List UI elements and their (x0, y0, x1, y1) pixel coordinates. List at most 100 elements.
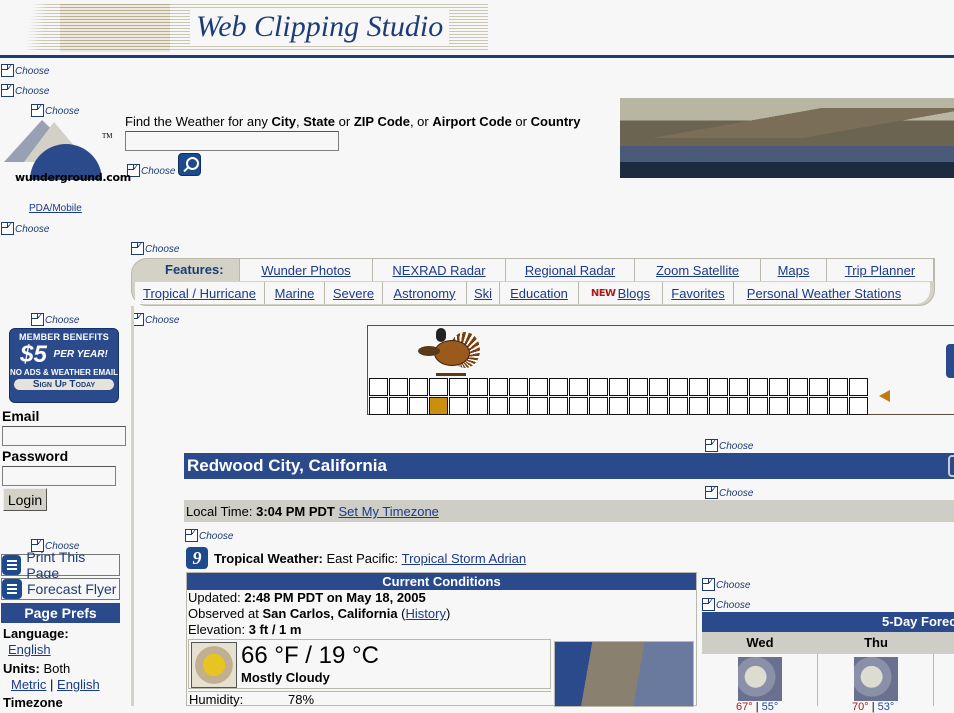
game-cell[interactable] (749, 397, 768, 415)
game-cell[interactable] (409, 397, 428, 415)
history-link[interactable]: History (406, 606, 446, 621)
tropical-storm-link[interactable]: Tropical Storm Adrian (402, 551, 527, 566)
game-cell[interactable] (549, 378, 568, 396)
search-input[interactable] (125, 131, 339, 151)
choose-button[interactable]: Choose (185, 526, 233, 542)
choose-button[interactable]: Choose (702, 595, 750, 611)
game-cell[interactable] (429, 378, 448, 396)
pda-mobile-link[interactable]: PDA/Mobile (29, 203, 82, 214)
game-cell[interactable] (569, 397, 588, 415)
game-cell[interactable] (769, 397, 788, 415)
game-cell[interactable] (769, 378, 788, 396)
nav-link-zoom-satellite[interactable]: Zoom Satellite (656, 263, 739, 278)
game-cell[interactable] (449, 378, 468, 396)
game-cell[interactable] (849, 378, 868, 396)
game-cell[interactable] (469, 397, 488, 415)
sign-up-button[interactable]: Sign Up Today (14, 379, 114, 390)
game-cell[interactable] (789, 378, 808, 396)
game-cell[interactable] (529, 397, 548, 415)
nav-link-severe[interactable]: Severe (333, 286, 374, 301)
game-cell[interactable] (729, 378, 748, 396)
choose-button[interactable]: Choose (131, 239, 179, 255)
game-cell[interactable] (809, 378, 828, 396)
game-cell[interactable] (709, 397, 728, 415)
game-cell[interactable] (829, 378, 848, 396)
choose-button[interactable]: Choose (31, 101, 79, 117)
nav-link-tropical-hurricane[interactable]: Tropical / Hurricane (143, 286, 256, 301)
nav-link-ski[interactable]: Ski (474, 286, 492, 301)
choose-button[interactable]: Choose (705, 483, 753, 499)
game-cell[interactable] (649, 397, 668, 415)
password-field[interactable] (2, 466, 116, 486)
nav-link-personal-weather-stations[interactable]: Personal Weather Stations (747, 286, 901, 301)
game-cell[interactable] (489, 378, 508, 396)
units-metric-link[interactable]: Metric (11, 677, 46, 692)
game-cell[interactable] (829, 397, 848, 415)
nav-link-blogs[interactable]: Blogs (618, 286, 651, 301)
game-cell[interactable] (789, 397, 808, 415)
language-english-link[interactable]: English (8, 642, 51, 657)
choose-button[interactable]: Choose (1, 61, 49, 77)
side-panel-icon[interactable] (946, 344, 954, 378)
choose-button[interactable]: Choose (127, 161, 175, 177)
search-button[interactable] (178, 153, 201, 176)
game-cell[interactable] (809, 397, 828, 415)
game-cell[interactable] (389, 397, 408, 415)
set-timezone-link[interactable]: Set My Timezone (338, 504, 438, 519)
game-cell[interactable] (629, 378, 648, 396)
game-cell[interactable] (689, 397, 708, 415)
nav-link-wunder-photos[interactable]: Wunder Photos (261, 263, 350, 278)
member-benefits-banner[interactable]: MEMBER BENEFITS $5 PER YEAR! NO ADS & WE… (9, 328, 119, 403)
game-cell[interactable] (729, 397, 748, 415)
choose-button[interactable]: Choose (131, 310, 179, 326)
game-cell[interactable] (509, 378, 528, 396)
game-cell[interactable] (409, 378, 428, 396)
left-arrow-icon[interactable] (879, 390, 890, 402)
wunderground-logo[interactable]: TM wunderground.com (2, 118, 131, 186)
game-cell[interactable] (369, 378, 388, 396)
forecast-flyer-button[interactable]: Forecast Flyer (1, 578, 120, 600)
game-cell[interactable] (629, 397, 648, 415)
login-button[interactable]: Login (3, 488, 47, 511)
game-cell[interactable] (609, 397, 628, 415)
game-cell[interactable] (849, 397, 868, 415)
choose-button[interactable]: Choose (1, 81, 49, 97)
game-cell[interactable] (509, 397, 528, 415)
game-cell[interactable] (489, 397, 508, 415)
turkey-game-panel[interactable] (367, 325, 954, 415)
game-cell[interactable] (549, 397, 568, 415)
game-cell[interactable] (469, 378, 488, 396)
favorite-toggle-icon[interactable] (948, 455, 954, 477)
game-cell[interactable] (589, 378, 608, 396)
choose-button[interactable]: Choose (31, 310, 79, 326)
nav-link-astronomy[interactable]: Astronomy (393, 286, 455, 301)
print-page-button[interactable]: Print This Page (1, 549, 120, 581)
game-cell[interactable] (709, 378, 728, 396)
choose-button[interactable]: Choose (705, 436, 753, 452)
game-cell[interactable] (369, 397, 388, 415)
game-cell[interactable] (589, 397, 608, 415)
game-cell[interactable] (609, 378, 628, 396)
nav-link-nexrad-radar[interactable]: NEXRAD Radar (392, 263, 485, 278)
game-cell[interactable] (649, 378, 668, 396)
game-cell[interactable] (749, 378, 768, 396)
nav-link-trip-planner[interactable]: Trip Planner (845, 263, 915, 278)
nav-link-maps[interactable]: Maps (778, 263, 810, 278)
radar-map-thumbnail[interactable] (554, 641, 694, 707)
nav-link-regional-radar[interactable]: Regional Radar (525, 263, 615, 278)
email-field[interactable] (2, 426, 126, 446)
nav-link-education[interactable]: Education (510, 286, 568, 301)
game-cell[interactable] (429, 397, 448, 415)
game-cell[interactable] (569, 378, 588, 396)
game-cell[interactable] (529, 378, 548, 396)
choose-button[interactable]: Choose (1, 219, 49, 235)
game-cell[interactable] (449, 397, 468, 415)
nav-link-marine[interactable]: Marine (275, 286, 315, 301)
nav-link-favorites[interactable]: Favorites (671, 286, 724, 301)
units-english-link[interactable]: English (57, 677, 100, 692)
choose-button[interactable]: Choose (702, 575, 750, 591)
game-cell[interactable] (669, 397, 688, 415)
game-cell[interactable] (689, 378, 708, 396)
game-cell[interactable] (669, 378, 688, 396)
game-cell[interactable] (389, 378, 408, 396)
